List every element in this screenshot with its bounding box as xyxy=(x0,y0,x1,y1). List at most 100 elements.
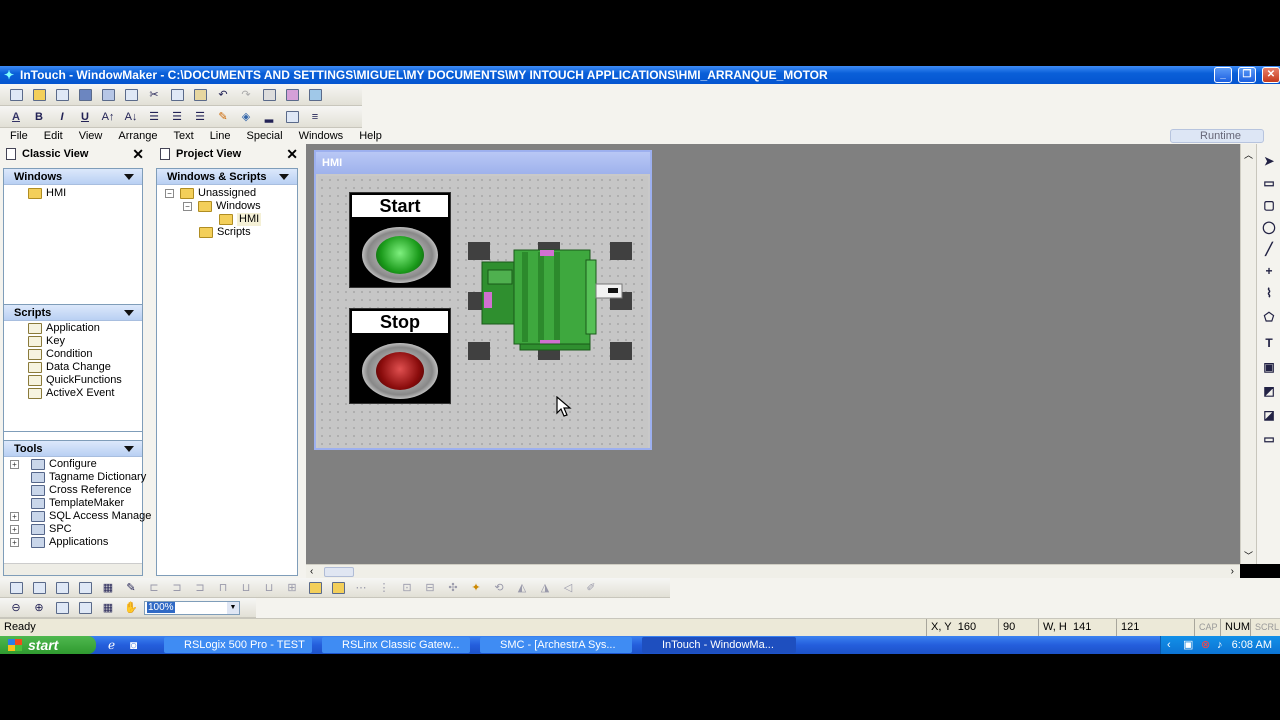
menu-arrange[interactable]: Arrange xyxy=(118,130,157,142)
import-icon[interactable] xyxy=(282,86,302,104)
copy-icon[interactable] xyxy=(167,86,187,104)
script-activex-event[interactable]: ActiveX Event xyxy=(28,387,114,400)
start-button-light[interactable] xyxy=(376,236,424,274)
space-h-icon[interactable]: ⋯ xyxy=(351,579,371,597)
menu-file[interactable]: File xyxy=(10,130,28,142)
pencil-icon[interactable]: ✎ xyxy=(121,579,141,597)
tree-unassigned[interactable]: − Unassigned xyxy=(165,187,256,200)
line-color-icon[interactable]: ✎ xyxy=(213,108,233,126)
tree-scripts[interactable]: Scripts xyxy=(199,226,251,239)
stop-button-light[interactable] xyxy=(376,352,424,390)
italic-icon[interactable]: I xyxy=(52,108,72,126)
tree-hmi[interactable]: HMI xyxy=(219,213,262,226)
stop-pushbutton[interactable]: Stop xyxy=(349,308,451,404)
security-alert-icon[interactable]: ⊗ xyxy=(1201,636,1210,654)
enlarge-font-icon[interactable]: A↑ xyxy=(98,108,118,126)
polygon-tool-icon[interactable]: ⬠ xyxy=(1262,310,1276,324)
make-symbol-icon[interactable]: ⊟ xyxy=(420,579,440,597)
hmi-canvas[interactable]: Start Stop xyxy=(318,176,648,448)
print-icon[interactable] xyxy=(259,86,279,104)
network-icon[interactable]: ▣ xyxy=(1183,636,1193,654)
bitmap-tool-icon[interactable]: ▣ xyxy=(1262,360,1276,374)
align-right-objects-icon[interactable]: ⊐ xyxy=(190,579,210,597)
window-color-icon[interactable] xyxy=(282,108,302,126)
expand-icon[interactable]: + xyxy=(10,538,19,547)
export-icon[interactable] xyxy=(305,86,325,104)
menu-special[interactable]: Special xyxy=(246,130,282,142)
zoom-window-icon[interactable] xyxy=(52,599,72,617)
scroll-right-icon[interactable]: › xyxy=(1231,566,1234,577)
layout-icon[interactable] xyxy=(6,579,26,597)
close-icon[interactable]: ✕ xyxy=(132,146,144,163)
maximize-button[interactable]: ❐ xyxy=(1238,67,1256,83)
ie-icon[interactable]: ℯ xyxy=(108,638,115,652)
paste-icon[interactable] xyxy=(190,86,210,104)
save-icon[interactable] xyxy=(75,86,95,104)
close-button[interactable]: ✕ xyxy=(1262,67,1280,83)
font-icon[interactable]: A xyxy=(6,108,26,126)
zoom-selection-icon[interactable] xyxy=(75,599,95,617)
pan-hand-icon[interactable]: ✋ xyxy=(121,599,141,617)
scroll-thumb[interactable] xyxy=(324,567,354,577)
align-bottom-icon[interactable]: ⊔ xyxy=(259,579,279,597)
vertical-scrollbar[interactable]: ︿ ﹀ xyxy=(1240,144,1256,564)
collapse-icon[interactable]: − xyxy=(183,202,192,211)
new-icon[interactable] xyxy=(6,86,26,104)
script-quickfunctions[interactable]: QuickFunctions xyxy=(28,374,122,387)
save-all-icon[interactable] xyxy=(98,86,118,104)
rectangle-tool-icon[interactable]: ▭ xyxy=(1262,176,1276,190)
hmi-window[interactable]: HMI Start Stop xyxy=(314,150,652,450)
break-cell-icon[interactable]: ✣ xyxy=(443,579,463,597)
zoom-grid-icon[interactable]: ▦ xyxy=(98,599,118,617)
scroll-down-icon[interactable]: ﹀ xyxy=(1244,549,1253,562)
smooth-icon[interactable]: ✐ xyxy=(581,579,601,597)
task-smc[interactable]: SMC - [ArchestrA Sys... xyxy=(480,637,632,653)
zoom-select[interactable]: 100% ▼ xyxy=(144,600,240,615)
script-data-change[interactable]: Data Change xyxy=(28,361,111,374)
button-tool-icon[interactable]: ▭ xyxy=(1262,432,1276,446)
menu-windows[interactable]: Windows xyxy=(299,130,344,142)
make-cell-icon[interactable]: ⊡ xyxy=(397,579,417,597)
tree-windows[interactable]: − Windows xyxy=(183,200,261,213)
motor-graphic[interactable] xyxy=(476,248,626,354)
trend-tool-icon[interactable]: ◩ xyxy=(1262,384,1276,398)
menu-line[interactable]: Line xyxy=(210,130,231,142)
center-icon[interactable]: ⊞ xyxy=(282,579,302,597)
reduce-font-icon[interactable]: A↓ xyxy=(121,108,141,126)
tool-templatemaker[interactable]: TemplateMaker xyxy=(23,497,124,510)
text-tool-icon[interactable]: T xyxy=(1262,336,1276,350)
tool-cross-reference[interactable]: Cross Reference xyxy=(23,484,132,497)
scripts-section-header[interactable]: Scripts xyxy=(4,305,142,321)
align-top-icon[interactable]: ⊓ xyxy=(213,579,233,597)
underline-icon[interactable]: U xyxy=(75,108,95,126)
start-button[interactable]: start xyxy=(0,636,96,654)
collapse-icon[interactable]: − xyxy=(165,189,174,198)
tools-hscrollbar[interactable] xyxy=(4,563,142,575)
minimize-button[interactable]: _ xyxy=(1214,67,1232,83)
close-icon[interactable]: ✕ xyxy=(286,146,298,163)
task-rslogix[interactable]: RSLogix 500 Pro - TEST xyxy=(164,637,312,653)
send-back-icon[interactable] xyxy=(328,579,348,597)
hv-line-tool-icon[interactable]: + xyxy=(1262,264,1276,278)
hmi-window-title[interactable]: HMI xyxy=(316,152,650,174)
chevron-down-icon[interactable]: ▼ xyxy=(227,601,239,614)
zoom-in-icon[interactable]: ⊕ xyxy=(29,599,49,617)
scroll-up-icon[interactable]: ︿ xyxy=(1244,148,1253,161)
task-rslinx[interactable]: RSLinx Classic Gatew... xyxy=(322,637,470,653)
tool-tagname-dictionary[interactable]: Tagname Dictionary xyxy=(23,471,146,484)
wizard-icon[interactable]: ✦ xyxy=(466,579,486,597)
task-intouch[interactable]: InTouch - WindowMa... xyxy=(642,637,796,653)
flip-h-icon[interactable]: ◭ xyxy=(512,579,532,597)
cut-icon[interactable]: ✂ xyxy=(144,86,164,104)
windows-scripts-header[interactable]: Windows & Scripts xyxy=(157,169,297,185)
script-condition[interactable]: Condition xyxy=(28,348,92,361)
zoom-out-icon[interactable]: ⊖ xyxy=(6,599,26,617)
close-window-icon[interactable] xyxy=(52,86,72,104)
desktop-icon[interactable]: ◙ xyxy=(130,638,137,652)
tool-configure[interactable]: + Configure xyxy=(10,458,97,471)
bold-icon[interactable]: B xyxy=(29,108,49,126)
tray-arrow-icon[interactable]: ‹ xyxy=(1167,636,1171,654)
expand-icon[interactable]: + xyxy=(10,525,19,534)
align-middle-icon[interactable]: ⊔ xyxy=(236,579,256,597)
line-style-icon[interactable]: ≡ xyxy=(305,108,325,126)
